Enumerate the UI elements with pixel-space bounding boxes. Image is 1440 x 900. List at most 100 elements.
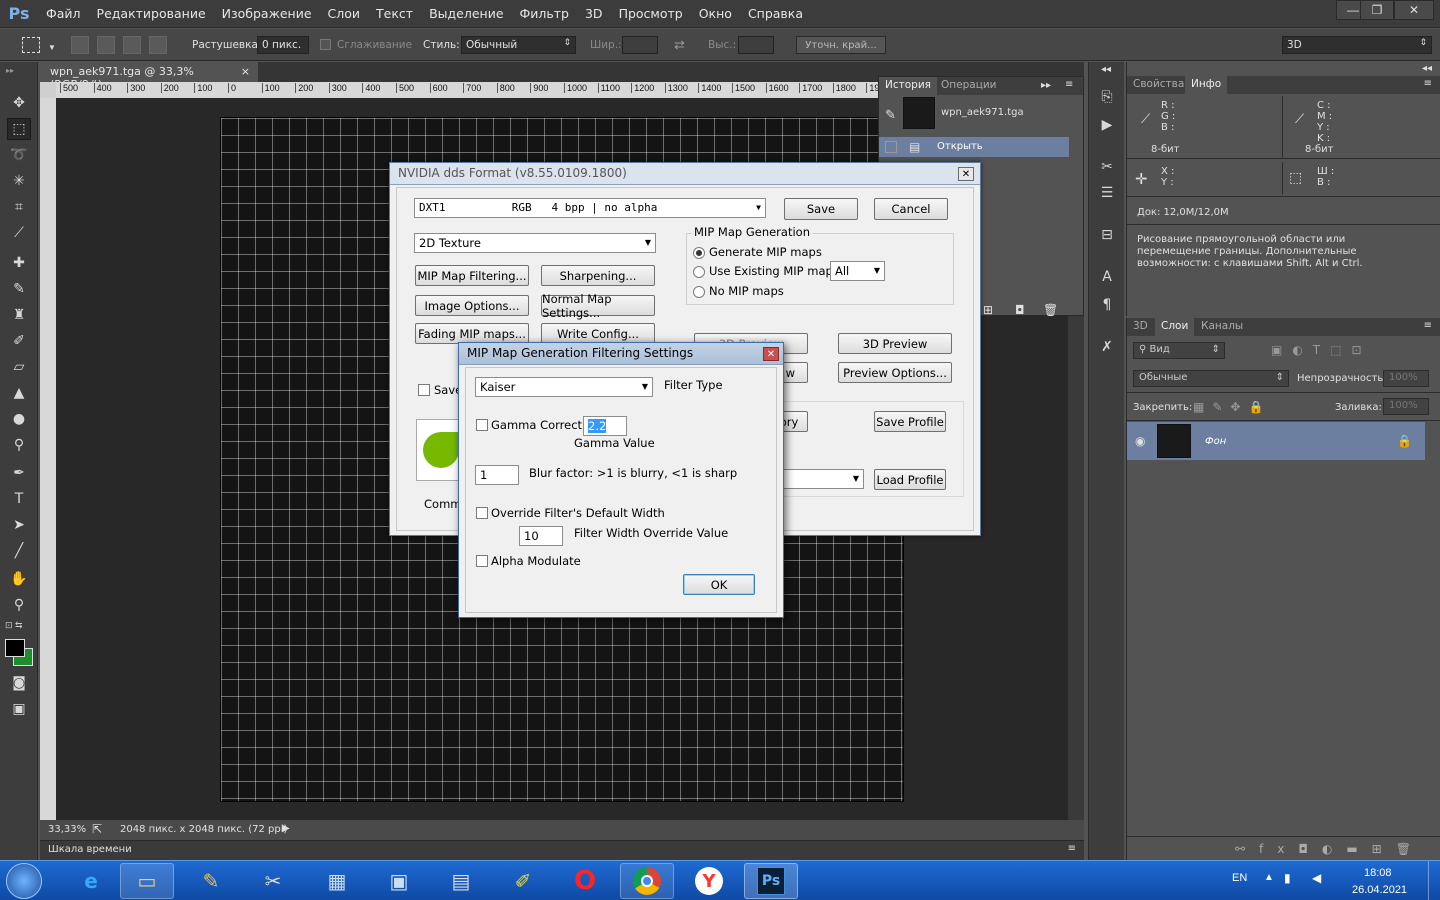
gamma-value-input[interactable]: 2.2	[583, 416, 627, 436]
height-input[interactable]	[738, 36, 774, 54]
new-selection-icon[interactable]	[71, 36, 89, 54]
texture-type-select[interactable]: 2D Texture ▼	[414, 233, 656, 253]
menu-type[interactable]: Текст	[368, 0, 421, 28]
file-explorer-icon[interactable]: ▭	[120, 863, 174, 899]
save-checkbox[interactable]	[418, 384, 430, 396]
rect-marquee-tool-icon[interactable]: ⬚	[7, 118, 31, 140]
save-profile-button[interactable]: Save Profile	[874, 411, 946, 432]
load-profile-button[interactable]: Load Profile	[874, 469, 946, 490]
preview-options-button[interactable]: Preview Options...	[838, 362, 952, 383]
brush-panel-icon[interactable]: ✂	[1095, 156, 1119, 178]
menu-image[interactable]: Изображение	[214, 0, 320, 28]
fill-input[interactable]: 100%	[1383, 398, 1429, 415]
status-menu-icon[interactable]: ▶	[282, 823, 290, 834]
panel-menu-icon[interactable]: ≡	[1424, 78, 1432, 89]
lock-icon[interactable]: 🔒	[1397, 434, 1412, 448]
tab-3d[interactable]: 3D	[1127, 318, 1154, 336]
marquee-tool-icon[interactable]	[22, 37, 40, 53]
menu-file[interactable]: Файл	[38, 0, 89, 28]
paint-bucket-tool-icon[interactable]: ▲	[7, 382, 31, 404]
snipping-tool-icon[interactable]: ✂	[246, 863, 300, 899]
antialias-checkbox[interactable]	[320, 39, 331, 50]
paint-icon[interactable]: ✎	[184, 863, 238, 899]
menu-layers[interactable]: Слои	[320, 0, 369, 28]
dds-close-button[interactable]: ✕	[958, 167, 974, 181]
magic-wand-tool-icon[interactable]: ✳	[7, 170, 31, 192]
adjustments-panel-icon[interactable]: ☰	[1095, 182, 1119, 204]
type-tool-icon[interactable]: T	[7, 488, 31, 510]
zoom-tool-icon[interactable]: ⚲	[7, 594, 31, 616]
path-selection-tool-icon[interactable]: ➤	[7, 514, 31, 536]
no-mip-radio[interactable]	[693, 286, 705, 298]
healing-brush-tool-icon[interactable]: ✚	[7, 252, 31, 274]
volume-icon[interactable]: ◀	[1312, 871, 1321, 885]
layer-actions-icons[interactable]: ⚯fx◘◐▬⊞🗑	[1235, 842, 1425, 856]
start-button[interactable]	[6, 863, 42, 899]
blur-tool-icon[interactable]: ●	[7, 408, 31, 430]
tab-history[interactable]: История	[879, 77, 937, 95]
lasso-tool-icon[interactable]: ➰	[7, 144, 31, 166]
feather-input[interactable]: 0 пикс.	[257, 36, 309, 54]
history-panel-icon[interactable]: ⎘	[1095, 86, 1119, 108]
profile-select[interactable]: ▼	[770, 469, 864, 489]
history-brush-tool-icon[interactable]: ✐	[7, 330, 31, 352]
pen-tool-icon[interactable]: ✒	[7, 462, 31, 484]
layer-comps-icon[interactable]: ⊟	[1095, 224, 1119, 246]
tray-expand-icon[interactable]: ▲	[1264, 872, 1274, 883]
blend-mode-select[interactable]: Обычные ⇕	[1133, 370, 1289, 387]
tools-preset-icon[interactable]: ✗	[1095, 336, 1119, 358]
expand-icon[interactable]: ▸▸	[1041, 80, 1051, 91]
gamma-correct-checkbox[interactable]	[476, 419, 488, 431]
history-brush-source-icon[interactable]: ✎	[885, 107, 896, 123]
collapse-icon[interactable]: ▸▸	[6, 66, 14, 75]
menu-window[interactable]: Окно	[691, 0, 740, 28]
fading-mip-button[interactable]: Fading MIP maps...	[415, 323, 529, 344]
visibility-eye-icon[interactable]: ◉	[1135, 434, 1145, 448]
save-button[interactable]: Save	[784, 198, 858, 220]
image-options-button[interactable]: Image Options...	[415, 295, 529, 316]
sharpening-button[interactable]: Sharpening...	[541, 265, 655, 286]
remote-desktop-icon[interactable]: ▣	[372, 863, 426, 899]
cancel-button[interactable]: Cancel	[874, 198, 948, 220]
layer-name[interactable]: Фон	[1205, 436, 1226, 447]
new-document-icon[interactable]: ⊞	[983, 303, 993, 317]
paragraph-panel-icon[interactable]: ¶	[1095, 294, 1119, 316]
language-indicator[interactable]: EN	[1232, 872, 1247, 884]
override-width-checkbox[interactable]	[476, 507, 488, 519]
camera-icon[interactable]: ◘	[1015, 303, 1025, 317]
menu-select[interactable]: Выделение	[421, 0, 511, 28]
clock-date[interactable]: 26.04.2021	[1352, 884, 1407, 896]
menu-view[interactable]: Просмотр	[611, 0, 691, 28]
photoshop-taskbar-icon[interactable]: Ps	[744, 863, 798, 899]
swap-icon[interactable]: ⇄	[674, 37, 685, 53]
yandex-browser-icon[interactable]: Y	[682, 863, 736, 899]
menu-help[interactable]: Справка	[740, 0, 811, 28]
default-colors-icon[interactable]: ⊡ ⇆	[5, 620, 23, 631]
width-override-input[interactable]: 10	[519, 526, 563, 546]
snapshot-name[interactable]: wpn_aek971.tga	[941, 107, 1024, 118]
existing-mip-select[interactable]: All ▼	[830, 261, 885, 281]
quick-mask-icon[interactable]: ◙	[7, 672, 31, 694]
panel-menu-icon[interactable]: ≡	[1065, 79, 1073, 90]
notepad-icon[interactable]: ✐	[496, 863, 550, 899]
document-tab[interactable]: wpn_aek971.tga @ 33,3% (RGB/8#) ×	[40, 62, 258, 91]
tab-info[interactable]: Инфо	[1185, 76, 1228, 94]
timeline-label[interactable]: Шкала времени	[48, 844, 132, 855]
opacity-input[interactable]: 100%	[1383, 370, 1429, 387]
tab-actions[interactable]: Операции	[935, 77, 1002, 95]
mip-filtering-button[interactable]: MIP Map Filtering...	[415, 265, 529, 286]
line-tool-icon[interactable]: ╱	[7, 540, 31, 562]
mip-close-button[interactable]: ✕	[763, 347, 779, 361]
opera-icon[interactable]: O	[558, 863, 612, 899]
refine-edge-button[interactable]: Уточн. край...	[796, 36, 886, 54]
actions-panel-icon[interactable]: ▶	[1095, 114, 1119, 136]
subtract-selection-icon[interactable]	[123, 36, 141, 54]
brush-tool-icon[interactable]: ✎	[7, 278, 31, 300]
write-config-button[interactable]: Write Config...	[541, 323, 655, 344]
hand-tool-icon[interactable]: ✋	[7, 568, 31, 590]
menu-filter[interactable]: Фильтр	[512, 0, 577, 28]
menu-edit[interactable]: Редактирование	[89, 0, 214, 28]
clock-time[interactable]: 18:08	[1364, 867, 1392, 879]
trash-icon[interactable]: 🗑	[1043, 303, 1058, 317]
stamp-tool-icon[interactable]: ♜	[7, 304, 31, 326]
